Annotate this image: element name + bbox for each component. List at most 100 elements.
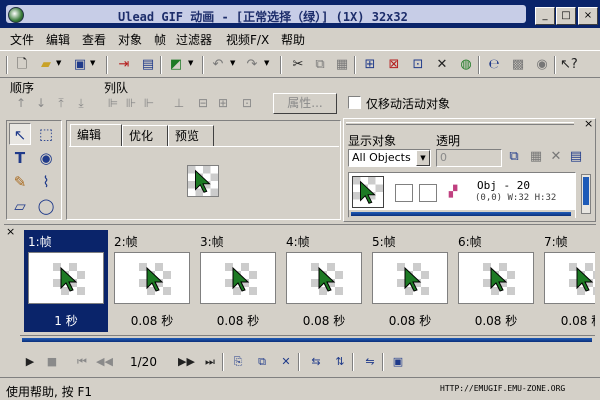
move-down-icon[interactable]: ↓	[34, 96, 48, 110]
frame-delay[interactable]: 0.08 秒	[368, 312, 452, 329]
frame-strip-scrollbar[interactable]	[20, 335, 595, 345]
grid-icon[interactable]: ▩	[510, 57, 526, 73]
import-icon[interactable]: ⇥	[116, 57, 132, 73]
object-list-vertical-scrollbar[interactable]	[581, 174, 591, 214]
frame-thumbnail[interactable]	[28, 252, 104, 304]
save-icon[interactable]: ▣	[72, 57, 88, 73]
add-frame-icon[interactable]: ⎘	[230, 354, 246, 370]
optimize-icon[interactable]: ⊠	[386, 57, 402, 73]
frame-delay[interactable]: 0.08 秒	[454, 312, 538, 329]
menu-help[interactable]: 帮助	[281, 31, 305, 48]
frame-2[interactable]: 2:帧 0.08 秒	[110, 230, 194, 332]
send-to-back-icon[interactable]: ⤓	[74, 96, 88, 110]
maximize-button[interactable]: □	[556, 7, 576, 25]
delete-frame-icon[interactable]: ✕	[278, 354, 294, 370]
frame-thumbnail[interactable]	[372, 252, 448, 304]
delete-object-icon[interactable]: ✕	[548, 149, 564, 165]
frame-6[interactable]: 6:帧 0.08 秒	[454, 230, 538, 332]
frame-thumbnail[interactable]	[286, 252, 362, 304]
distribute-vertical-icon[interactable]: ⊡	[240, 96, 254, 110]
pick-tool-icon[interactable]: ↖	[9, 123, 31, 145]
banner-text-icon[interactable]: ⇅	[332, 354, 348, 370]
object-list-scrollbar[interactable]	[349, 210, 575, 218]
tween-icon[interactable]: ⇆	[308, 354, 324, 370]
frame-delay[interactable]: 0.08 秒	[110, 312, 194, 329]
visibility-toggle-icon[interactable]	[395, 184, 413, 202]
align-bottom-icon[interactable]: ⊥	[172, 96, 186, 110]
frame-delay[interactable]: 0.08 秒	[282, 312, 366, 329]
menu-frame[interactable]: 帧	[154, 31, 166, 48]
app-logo-icon[interactable]	[8, 7, 24, 23]
help-pointer-icon[interactable]: ↖?	[560, 57, 578, 73]
frame-thumbnail[interactable]	[200, 252, 276, 304]
frame-3[interactable]: 3:帧 0.08 秒	[196, 230, 280, 332]
menu-object[interactable]: 对象	[118, 31, 142, 48]
tab-optimize[interactable]: 优化	[122, 125, 168, 146]
export-icon[interactable]: ▤	[140, 57, 156, 73]
duplicate-frame-icon[interactable]: ⧉	[254, 354, 270, 370]
stop-icon[interactable]: ■	[44, 354, 60, 370]
frame-delay[interactable]: 0.08 秒	[540, 312, 595, 329]
bring-to-front-icon[interactable]: ⤒	[54, 96, 68, 110]
web-icon[interactable]: ℮	[486, 57, 502, 73]
canvas-image[interactable]	[187, 165, 219, 197]
distribute-center-icon[interactable]: ⊞	[216, 96, 230, 110]
menu-file[interactable]: 文件	[10, 31, 34, 48]
chevron-down-icon[interactable]: ▼	[230, 59, 235, 67]
chevron-down-icon[interactable]: ▼	[416, 150, 430, 166]
lock-toggle-icon[interactable]	[419, 184, 437, 202]
align-center-icon[interactable]: ⊪	[124, 96, 138, 110]
frame-7[interactable]: 7:帧 0.08 秒	[540, 230, 595, 332]
edit-canvas[interactable]	[69, 146, 339, 218]
undo-icon[interactable]: ↶	[210, 57, 226, 73]
tab-preview[interactable]: 预览	[168, 125, 214, 146]
frame-delay[interactable]: 0.08 秒	[196, 312, 280, 329]
frame-thumbnail[interactable]	[114, 252, 190, 304]
previous-frame-icon[interactable]: ◀◀	[96, 354, 113, 370]
animation-icon[interactable]: ◍	[458, 57, 474, 73]
new-file-icon[interactable]: 🗋	[14, 57, 30, 73]
paste-icon[interactable]: ▦	[334, 57, 350, 73]
open-folder-icon[interactable]: ▰	[38, 57, 54, 73]
marquee-tool-icon[interactable]: ⬚	[35, 123, 57, 145]
frame-properties-icon[interactable]: ▣	[390, 354, 406, 370]
menu-filter[interactable]: 过滤器	[176, 31, 212, 48]
chevron-down-icon[interactable]: ▼	[56, 59, 61, 67]
distribute-horizontal-icon[interactable]: ⊟	[196, 96, 210, 110]
object-thumbnail[interactable]	[352, 176, 384, 208]
chevron-down-icon[interactable]: ▼	[264, 59, 269, 67]
eraser-tool-icon[interactable]: ▱	[9, 195, 31, 217]
tab-edit[interactable]: 编辑	[70, 124, 122, 146]
reverse-frames-icon[interactable]: ⇋	[362, 354, 378, 370]
menu-edit[interactable]: 编辑	[46, 31, 70, 48]
object-properties-icon[interactable]: ▤	[568, 149, 584, 165]
menu-view[interactable]: 查看	[82, 31, 106, 48]
lasso-tool-icon[interactable]: ◯	[35, 195, 57, 217]
play-icon[interactable]: ▶	[22, 354, 38, 370]
frame-5[interactable]: 5:帧 0.08 秒	[368, 230, 452, 332]
menu-video-fx[interactable]: 视频F/X	[226, 31, 269, 48]
frame-delay[interactable]: 1 秒	[24, 312, 108, 329]
close-icon[interactable]: ×	[584, 117, 593, 130]
lasso-select-tool-icon[interactable]: ⌇	[35, 171, 57, 193]
minimize-button[interactable]: _	[535, 7, 555, 25]
close-icon[interactable]: ×	[6, 225, 15, 238]
close-button[interactable]: ×	[578, 7, 598, 25]
opacity-stepper[interactable]: 0	[436, 149, 502, 167]
chevron-down-icon[interactable]: ▼	[90, 59, 95, 67]
merge-objects-icon[interactable]: ▦	[528, 149, 544, 165]
object-list[interactable]: ▞ Obj - 20 (0,0) W:32 H:32	[348, 172, 576, 218]
next-frame-icon[interactable]: ▶▶	[178, 354, 195, 370]
chevron-down-icon[interactable]: ▼	[188, 59, 193, 67]
layout-icon[interactable]: ⊞	[362, 57, 378, 73]
frame-thumbnail[interactable]	[544, 252, 595, 304]
crop-icon[interactable]: ⊡	[410, 57, 426, 73]
first-frame-icon[interactable]: ⏮	[74, 354, 90, 370]
only-move-active-checkbox[interactable]	[348, 96, 361, 109]
transform-tool-icon[interactable]: ◉	[35, 147, 57, 169]
frame-4[interactable]: 4:帧 0.08 秒	[282, 230, 366, 332]
properties-button[interactable]: 属性...	[273, 93, 337, 114]
brush-tool-icon[interactable]: ✎	[9, 171, 31, 193]
duplicate-object-icon[interactable]: ⧉	[506, 149, 522, 165]
frame-thumbnail[interactable]	[458, 252, 534, 304]
